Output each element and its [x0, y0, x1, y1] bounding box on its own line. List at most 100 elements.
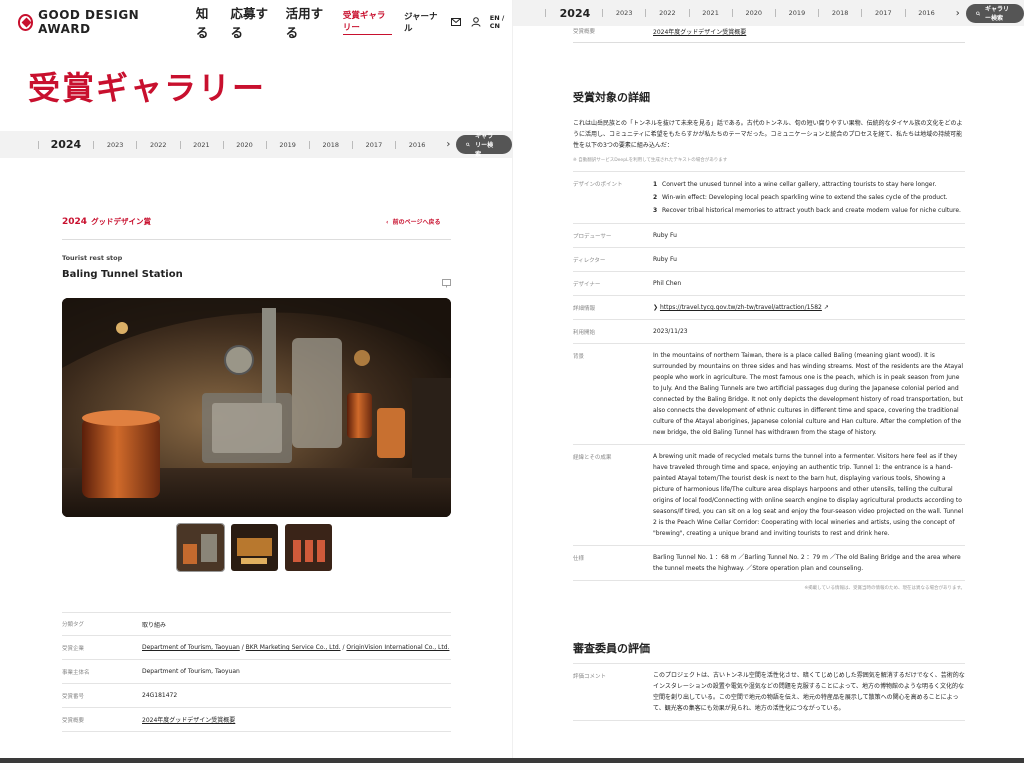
row-value: Department of Tourism, Taoyuan: [142, 668, 240, 675]
row-label: 受賞番号: [62, 693, 85, 700]
award-name: グッドデザイン賞: [91, 217, 152, 226]
row-label: デザインのポイント: [573, 182, 623, 188]
point-text: Win-win effect: Developing local peach s…: [662, 194, 948, 201]
background-text: In the mountains of northern Taiwan, the…: [653, 352, 964, 436]
gallery-search-button[interactable]: ギャラリー検索: [456, 133, 512, 158]
year-item[interactable]: 2018: [310, 141, 353, 149]
nav-award-gallery[interactable]: 受賞ギャラリー: [342, 9, 392, 35]
thumbnail-1[interactable]: [176, 523, 225, 572]
year-filter-bar: 2024 2023 2022 2021 2020 2019 2018 2017 …: [513, 0, 1024, 26]
year-filter-bar: 2024 2023 2022 2021 2020 2019 2018 2017 …: [0, 131, 512, 158]
details-description: これは山岳民族との「トンネルを抜けて未来を見る」話である。古代のトンネル、旬の短…: [573, 120, 963, 149]
award-heading: 2024 グッドデザイン賞: [62, 216, 151, 227]
design-points-list: 1 Convert the unused tunnel into a wine c…: [653, 178, 965, 217]
nav-utilize[interactable]: 活用する: [286, 3, 327, 41]
point-number: 1: [653, 181, 658, 188]
year-item[interactable]: 2022: [137, 141, 180, 149]
bottom-strip: [0, 758, 1024, 763]
row-value: Department of Tourism, Taoyuan / BKR Mar…: [142, 644, 450, 651]
year-item[interactable]: 2020: [223, 141, 266, 149]
back-link-label: 前のページへ戻る: [392, 219, 441, 226]
company-link-3[interactable]: OriginVision International Co., Ltd.: [346, 644, 449, 651]
award-summary-link[interactable]: 2024年度グッドデザイン受賞概要: [653, 27, 746, 36]
row-value: 取り組み: [142, 621, 167, 629]
year-current[interactable]: 2024: [546, 7, 603, 20]
nav-journal[interactable]: ジャーナル: [404, 10, 439, 34]
designer-value: Phil Chen: [653, 280, 682, 287]
point-text: Recover tribal historical memories to at…: [662, 207, 961, 214]
year-item[interactable]: 2017: [353, 141, 396, 149]
machine-translation-note: ※ 自動翻訳サービスDeepLを利用して生成されたテキストの場合があります: [573, 158, 728, 163]
gallery-search-button[interactable]: ギャラリー検索: [965, 3, 1024, 23]
year-item[interactable]: 2021: [180, 141, 223, 149]
page-title: 受賞ギャラリー: [28, 69, 267, 107]
chevron-right-icon[interactable]: ›: [956, 8, 960, 19]
chevron-right-icon[interactable]: ›: [446, 139, 450, 150]
row-label: デザイナー: [573, 282, 601, 288]
table-row: 経緯とその成果 A brewing unit made of recycled …: [573, 444, 965, 545]
site-header: GOOD DESIGN AWARD 知る 応募する 活用する 受賞ギャラリー ジ…: [0, 0, 512, 44]
item-category: Tourist rest stop: [62, 254, 123, 262]
award-year: 2024: [62, 217, 88, 227]
mail-icon[interactable]: [451, 15, 463, 29]
year-current[interactable]: 2024: [39, 138, 94, 151]
thumbnail-3[interactable]: [285, 524, 332, 571]
table-row: プロデューサー Ruby Fu: [573, 223, 965, 247]
point-number: 2: [653, 194, 658, 201]
site-logo[interactable]: GOOD DESIGN AWARD: [18, 8, 174, 36]
bookmark-icon[interactable]: [442, 273, 451, 292]
company-link-2[interactable]: BKR Marketing Service Co., Ltd.: [246, 644, 341, 651]
row-label: 背景: [573, 354, 585, 360]
row-label: 事業主体名: [62, 669, 90, 676]
year-item[interactable]: 2019: [266, 141, 309, 149]
row-value: 24G181472: [142, 692, 178, 699]
hero-image[interactable]: [62, 298, 451, 517]
year-item[interactable]: 2016: [396, 141, 439, 149]
year-item[interactable]: 2018: [819, 9, 862, 17]
row-label: 分類タグ: [62, 622, 85, 628]
detail-url[interactable]: https://travel.tycg.gov.tw/zh-tw/travel/…: [660, 304, 822, 311]
list-item: 2 Win-win effect: Developing local peach …: [653, 191, 965, 204]
year-item[interactable]: 2020: [732, 9, 775, 17]
details-title: 受賞対象の詳細: [573, 91, 650, 104]
year-item[interactable]: 2016: [905, 9, 948, 17]
table-row: 受賞番号 24G181472: [62, 684, 451, 708]
table-row: ディレクター Ruby Fu: [573, 247, 965, 271]
point-number: 3: [653, 207, 658, 214]
year-item[interactable]: 2023: [603, 9, 646, 17]
right-page-view: 2024 2023 2022 2021 2020 2019 2018 2017 …: [513, 0, 1024, 763]
table-row: 分類タグ 取り組み: [62, 612, 451, 636]
list-item: 3 Recover tribal historical memories to a…: [653, 204, 965, 217]
external-link-icon: ↗: [823, 304, 829, 311]
table-row: デザイナー Phil Chen: [573, 271, 965, 295]
start-date-value: 2023/11/23: [653, 328, 688, 335]
detail-link[interactable]: ❯ https://travel.tycg.gov.tw/zh-tw/trave…: [653, 302, 965, 313]
user-icon[interactable]: [470, 15, 482, 29]
year-item[interactable]: 2019: [776, 9, 819, 17]
nav-know[interactable]: 知る: [196, 3, 217, 41]
language-switch[interactable]: EN / CN: [490, 14, 512, 30]
table-row: 利用開始 2023/11/23: [573, 319, 965, 343]
row-label: 評価コメント: [573, 674, 607, 680]
table-row: 詳細情報 ❯ https://travel.tycg.gov.tw/zh-tw/…: [573, 295, 965, 319]
gallery-search-label: ギャラリー検索: [984, 6, 1009, 22]
nav-apply[interactable]: 応募する: [230, 3, 271, 41]
process-text: A brewing unit made of recycled metals t…: [653, 453, 964, 537]
thumbnail-strip: [176, 523, 339, 572]
row-label: ディレクター: [573, 258, 606, 264]
year-item[interactable]: 2023: [94, 141, 137, 149]
details-table: デザインのポイント 1 Convert the unused tunnel int…: [573, 171, 965, 581]
table-row: 受賞概要 2024年度グッドデザイン受賞概要: [62, 708, 451, 732]
thumbnail-2[interactable]: [231, 524, 278, 571]
company-link-1[interactable]: Department of Tourism, Taoyuan: [142, 644, 240, 651]
row-label: 詳細情報: [573, 306, 596, 312]
back-link[interactable]: ‹ 前のページへ戻る: [386, 217, 441, 226]
table-row: デザインのポイント 1 Convert the unused tunnel int…: [573, 171, 965, 223]
search-icon: [975, 11, 980, 16]
row-label: プロデューサー: [573, 234, 612, 240]
row-label: 経緯とその成果: [573, 455, 612, 461]
year-item[interactable]: 2017: [862, 9, 905, 17]
year-item[interactable]: 2021: [689, 9, 732, 17]
award-summary-link[interactable]: 2024年度グッドデザイン受賞概要: [142, 715, 235, 724]
year-item[interactable]: 2022: [646, 9, 689, 17]
